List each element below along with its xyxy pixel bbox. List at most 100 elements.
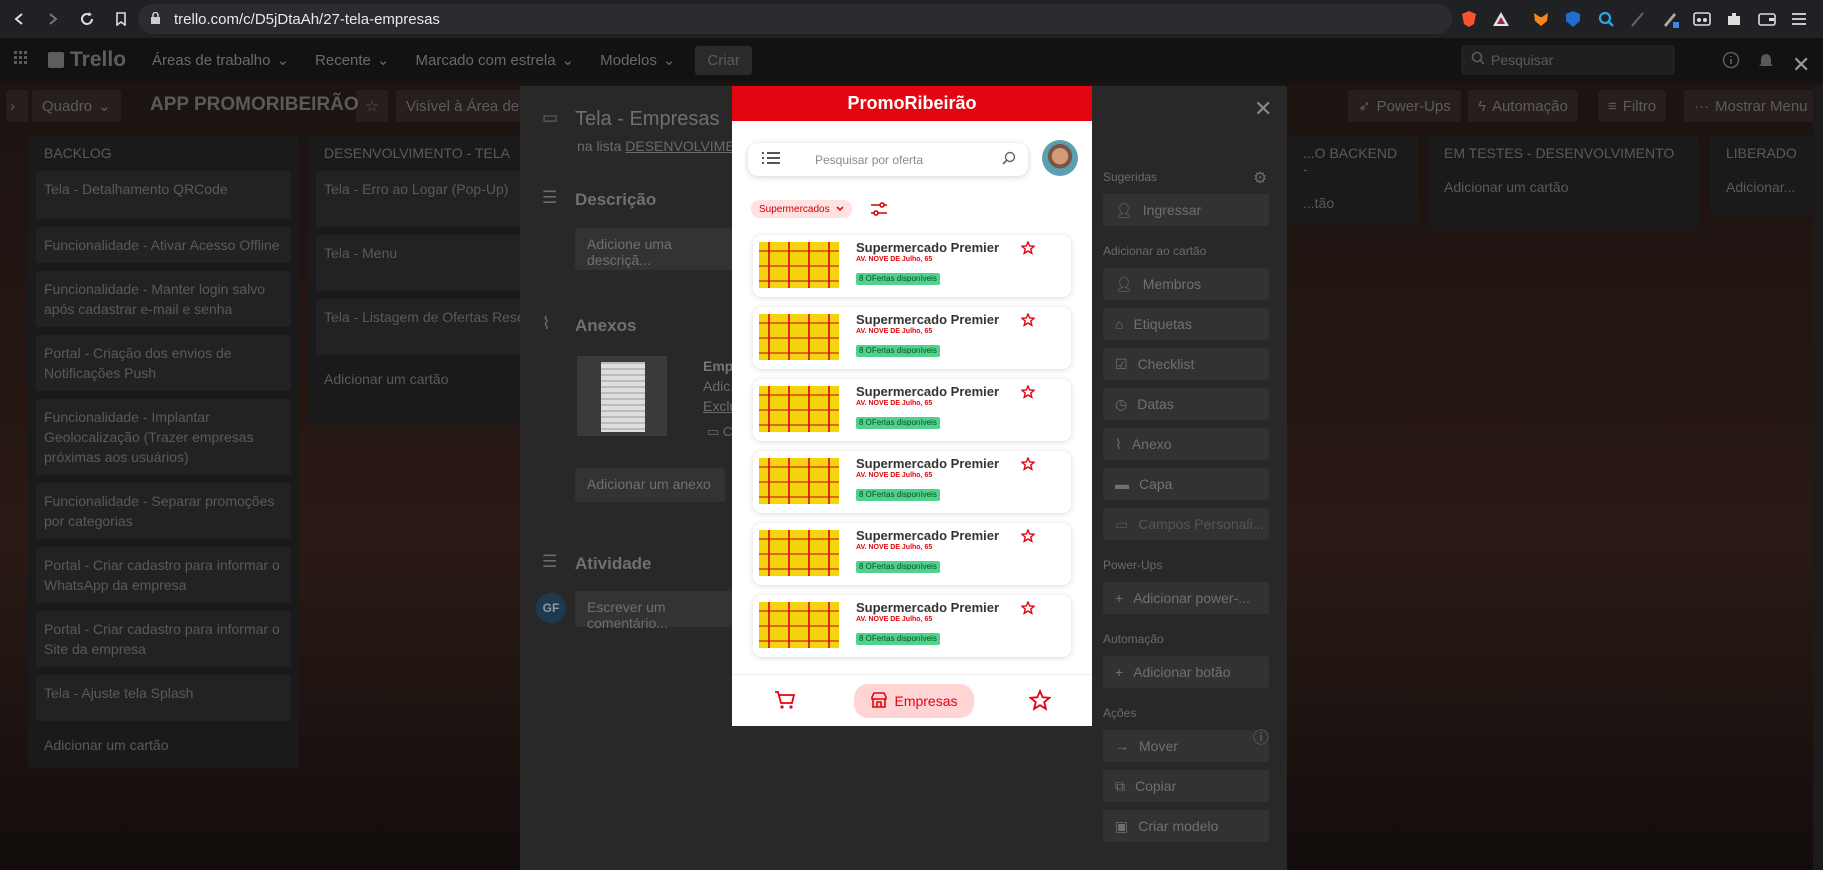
labels-button[interactable]: ⌂ Etiquetas <box>1103 308 1269 340</box>
header-search-input[interactable]: Pesquisar <box>1461 45 1675 75</box>
card-item[interactable]: Funcionalidade - Implantar Geolocalizaçã… <box>36 399 291 475</box>
trello-logo[interactable]: Trello <box>48 48 126 72</box>
attachment-thumbnail[interactable] <box>577 356 667 436</box>
join-button[interactable]: 👤︎ Ingressar <box>1103 194 1269 226</box>
close-icon[interactable]: ✕ <box>1254 96 1272 122</box>
custom-fields-button[interactable]: ▭ Campos Personali... <box>1103 508 1269 540</box>
list-title[interactable]: LIBERADO <box>1710 135 1823 171</box>
add-button-button[interactable]: + Adicionar botão <box>1103 656 1269 688</box>
add-power-up-button[interactable]: + Adicionar power-... <box>1103 582 1269 614</box>
address-bar[interactable]: trello.com/c/D5jDtaAh/27-tela-empresas <box>138 4 1452 34</box>
brave-shields-icon[interactable] <box>1459 9 1479 29</box>
board-title[interactable]: APP PROMORIBEIRÃO <box>150 94 359 116</box>
store-card[interactable]: Supermercado Premier AV. NOVE DE Julho, 6… <box>753 307 1071 369</box>
card-title[interactable]: Tela - Empresas <box>575 108 720 131</box>
store-card[interactable]: Supermercado Premier AV. NOVE DE Julho, 6… <box>753 235 1071 297</box>
menu-templates[interactable]: Modelos ⌄ <box>600 51 675 70</box>
attachments-heading: Anexos <box>575 316 637 335</box>
list-title[interactable]: EM TESTES - DESENVOLVIMENTO <box>1428 135 1699 171</box>
card-item[interactable]: Funcionalidade - Separar promoções por c… <box>36 483 291 539</box>
back-icon[interactable] <box>4 4 34 34</box>
filter-button[interactable]: ≡ Filtro <box>1598 90 1667 122</box>
filter-sliders-icon[interactable] <box>870 202 888 221</box>
store-card[interactable]: Supermercado Premier AV. NOVE DE Julho, 6… <box>753 451 1071 513</box>
close-icon[interactable]: ✕ <box>1792 52 1810 78</box>
star-icon[interactable] <box>1020 456 1036 476</box>
board-view-switcher[interactable]: Quadro ⌄ <box>32 90 121 122</box>
sidebar-toggle-icon[interactable]: › <box>6 90 28 122</box>
star-icon[interactable] <box>1020 240 1036 260</box>
app-search-input[interactable]: Pesquisar por oferta <box>748 143 1028 176</box>
bookmark-icon[interactable] <box>106 4 136 34</box>
wallet-icon[interactable] <box>1757 9 1777 29</box>
create-template-button[interactable]: ▣ Criar modelo <box>1103 810 1269 842</box>
add-card-button[interactable]: Adicionar... <box>1710 171 1823 203</box>
list-title[interactable]: ...O BACKEND - <box>1287 135 1418 187</box>
reader-extension-icon[interactable] <box>1692 9 1712 29</box>
metamask-icon[interactable] <box>1531 9 1551 29</box>
zoom-extension-icon[interactable] <box>1596 9 1616 29</box>
apps-grid-icon[interactable] <box>14 51 28 69</box>
extension-blue-icon[interactable] <box>1563 9 1583 29</box>
list-title[interactable]: BACKLOG <box>28 135 299 171</box>
gear-icon[interactable]: ⚙ <box>1253 168 1267 188</box>
power-ups-button[interactable]: ➶ Power-Ups <box>1348 90 1461 122</box>
bell-icon[interactable] <box>1758 51 1774 73</box>
feather-extension-icon[interactable] <box>1628 9 1648 29</box>
list-menu-icon[interactable] <box>762 151 780 168</box>
add-attachment-button[interactable]: Adicionar um anexo <box>575 468 725 502</box>
nav-empresas-tab[interactable]: Empresas <box>854 684 974 718</box>
star-icon[interactable] <box>1020 528 1036 548</box>
card-item[interactable]: Portal - Criar cadastro para informar o … <box>36 547 291 603</box>
menu-workspaces[interactable]: Áreas de trabalho ⌄ <box>152 51 289 70</box>
card-item[interactable]: Portal - Criar cadastro para informar o … <box>36 611 291 667</box>
show-menu-button[interactable]: ··· Mostrar Menu <box>1684 90 1818 122</box>
brave-rewards-icon[interactable] <box>1491 9 1511 29</box>
create-button[interactable]: Criar <box>695 45 752 75</box>
page-scrollbar[interactable] <box>1813 86 1823 870</box>
cover-button[interactable]: ▬ Capa <box>1103 468 1269 500</box>
card-item[interactable]: Tela - Detalhamento QRCode <box>36 171 291 219</box>
description-input[interactable]: Adicione uma descriçã... <box>575 228 735 270</box>
forward-icon[interactable] <box>38 4 68 34</box>
card-item[interactable]: Funcionalidade - Manter login salvo após… <box>36 271 291 327</box>
copy-button[interactable]: ⧉ Copiar <box>1103 770 1269 802</box>
add-card-button[interactable]: Adicionar um cartão <box>1428 171 1699 203</box>
avatar[interactable]: GF <box>536 593 566 623</box>
members-button[interactable]: 👤︎ Membros <box>1103 268 1269 300</box>
store-card[interactable]: Supermercado Premier AV. NOVE DE Julho, 6… <box>753 379 1071 441</box>
automation-button[interactable]: ϟ Automação <box>1468 90 1578 122</box>
cart-icon[interactable] <box>774 690 796 715</box>
card-item[interactable]: Portal - Criação dos envios de Notificaç… <box>36 335 291 391</box>
comment-input[interactable]: Escrever um comentário... <box>575 591 735 631</box>
store-address: AV. NOVE DE Julho, 65 <box>856 472 933 479</box>
store-card[interactable]: Supermercado Premier AV. NOVE DE Julho, 6… <box>753 523 1071 585</box>
add-card-button[interactable]: Adicionar um cartão <box>28 729 299 761</box>
search-icon[interactable] <box>1002 151 1016 168</box>
avatar[interactable] <box>1042 140 1078 176</box>
star-icon[interactable] <box>1020 384 1036 404</box>
star-icon[interactable] <box>1020 312 1036 332</box>
chevron-down-icon: ⌄ <box>561 52 575 69</box>
menu-starred[interactable]: Marcado com estrela ⌄ <box>415 51 575 70</box>
move-button[interactable]: → Mover <box>1103 730 1269 762</box>
info-icon[interactable]: ⓘ <box>1253 724 1269 748</box>
star-board-icon[interactable]: ☆ <box>356 90 388 122</box>
menu-icon[interactable] <box>1789 9 1809 29</box>
category-dropdown[interactable]: Supermercados <box>751 200 852 218</box>
store-name: Supermercado Premier <box>856 240 1000 255</box>
info-icon[interactable] <box>1722 51 1740 73</box>
extensions-puzzle-icon[interactable] <box>1724 9 1744 29</box>
card-item[interactable]: ...tão <box>1287 187 1418 219</box>
checklist-button[interactable]: ☑ Checklist <box>1103 348 1269 380</box>
card-item[interactable]: Tela - Ajuste tela Splash <box>36 675 291 721</box>
dates-button[interactable]: ◷ Datas <box>1103 388 1269 420</box>
reload-icon[interactable] <box>72 4 102 34</box>
pen-extension-icon[interactable] <box>1660 9 1680 29</box>
card-item[interactable]: Funcionalidade - Ativar Acesso Offline <box>36 227 291 263</box>
star-icon[interactable] <box>1028 688 1052 716</box>
store-card[interactable]: Supermercado Premier AV. NOVE DE Julho, 6… <box>753 595 1071 657</box>
attachment-button[interactable]: ⌇ Anexo <box>1103 428 1269 460</box>
star-icon[interactable] <box>1020 600 1036 620</box>
menu-recent[interactable]: Recente ⌄ <box>315 51 389 70</box>
